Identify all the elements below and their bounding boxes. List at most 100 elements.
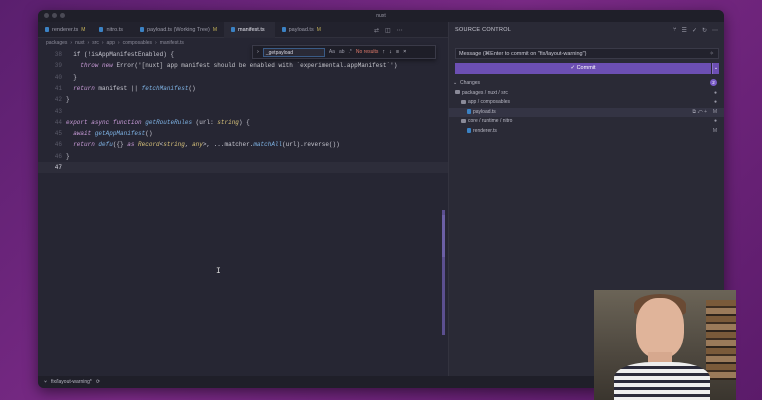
breadcrumb-item[interactable]: src	[92, 40, 99, 46]
tab-label: payload.ts	[288, 26, 314, 33]
find-in-selection-icon[interactable]: ≡	[396, 49, 399, 55]
code-editor[interactable]: 38 if (!isAppManifestEnabled) {39 throw …	[38, 47, 448, 380]
folder-item[interactable]: core / runtime / nitro ●	[449, 117, 724, 127]
sync-icon[interactable]: ⟳	[96, 376, 100, 388]
tab-renderer-ts[interactable]: renderer.ts M	[38, 22, 92, 38]
breadcrumb-item[interactable]: packages	[46, 40, 67, 46]
find-result-status: No results	[355, 49, 379, 55]
more-icon[interactable]: ⋯	[712, 27, 718, 34]
tab-payload-ts[interactable]: payload.ts M	[275, 22, 328, 38]
code-line[interactable]: 40 }	[38, 72, 448, 83]
tree-item-text: renderer.ts	[473, 127, 497, 134]
more-actions-icon[interactable]: ⋯	[397, 27, 403, 34]
changed-file-item[interactable]: payload.ts ⧉ ↶ + M	[449, 107, 724, 117]
status-badge: M	[712, 108, 717, 115]
split-editor-icon[interactable]: ◫	[385, 27, 391, 34]
changes-section[interactable]: ⌄ Changes 2	[449, 79, 724, 89]
line-number: 45	[54, 130, 62, 138]
tab-actions: ⇄ ◫ ⋯	[374, 22, 403, 38]
commit-message-placeholder: Message (⌘Enter to commit on "fix/layout…	[459, 51, 587, 57]
line-number: 39	[54, 62, 62, 70]
previous-match-icon[interactable]: ↑	[382, 49, 385, 55]
branch-name[interactable]: fix/layout-warning*	[51, 376, 92, 388]
text-cursor-icon: I	[216, 267, 221, 276]
folder-item[interactable]: packages / nuxt / src ●	[449, 89, 724, 99]
tree-item-label: renderer.ts	[467, 127, 497, 137]
modified-indicator: M	[212, 26, 218, 33]
changes-count: 2	[710, 79, 717, 86]
code-text: export async function getRouteRules (url…	[66, 118, 250, 126]
match-case-toggle[interactable]: Aa	[329, 49, 335, 55]
tab-nitro-ts[interactable]: nitro.ts	[92, 22, 133, 38]
line-number: 46	[54, 141, 62, 149]
breadcrumb-separator: ›	[117, 39, 120, 46]
git-compare-icon[interactable]: ⇄	[374, 27, 379, 34]
commit-check-icon[interactable]: ✓	[692, 27, 697, 34]
changed-file-item[interactable]: renderer.ts M	[449, 127, 724, 137]
code-line[interactable]: 46 return defu({} as Record<string, any>…	[38, 139, 448, 150]
presenter-face	[636, 298, 684, 358]
breadcrumb-item[interactable]: composables	[123, 40, 152, 46]
line-number: 42	[54, 96, 62, 104]
striped-shirt	[614, 362, 710, 400]
branch-icon: ⑂	[44, 379, 48, 385]
scrollbar-thumb[interactable]	[442, 215, 445, 257]
sparkle-icon[interactable]: ✧	[709, 49, 714, 59]
tab-manifest-ts[interactable]: manifest.ts	[224, 21, 275, 38]
breadcrumb-item[interactable]: manifest.ts	[160, 40, 184, 46]
folder-item[interactable]: app / composables ●	[449, 98, 724, 108]
find-input[interactable]: _getpayload	[262, 47, 325, 57]
changes-label: Changes	[460, 80, 481, 86]
line-number: 40	[54, 73, 62, 81]
tab-label: nitro.ts	[106, 26, 123, 33]
code-line[interactable]: 46}	[38, 151, 448, 162]
commit-message-input[interactable]: Message (⌘Enter to commit on "fix/layout…	[455, 48, 719, 59]
code-line[interactable]: 47	[38, 162, 448, 173]
line-number: 47	[54, 164, 62, 171]
commit-dropdown-chevron-icon[interactable]: ⌄	[712, 63, 719, 74]
breadcrumb: packages › nuxt › src › app › composables › manife…	[46, 38, 184, 47]
close-find-icon[interactable]: ×	[403, 49, 406, 55]
breadcrumb-separator: ›	[87, 39, 90, 46]
line-number: 41	[54, 84, 62, 92]
code-line[interactable]: 42}	[38, 94, 448, 105]
status-badge: ●	[713, 89, 717, 96]
window-controls	[44, 13, 65, 18]
zoom-window-button[interactable]	[60, 13, 65, 18]
tree-item-text: core / runtime / nitro	[468, 118, 513, 124]
folder-icon	[461, 118, 466, 123]
next-match-icon[interactable]: ↓	[389, 49, 392, 55]
line-number: 46	[54, 152, 62, 160]
find-widget: › _getpayload Aa ab .* No results ↑ ↓ ≡ …	[252, 45, 436, 59]
regex-toggle[interactable]: .*	[349, 49, 352, 55]
typescript-file-icon	[281, 27, 286, 32]
breadcrumb-separator: ›	[155, 39, 157, 46]
breadcrumb-item[interactable]: nuxt	[75, 40, 84, 46]
tab-payload-ts-working-tree-[interactable]: payload.ts (Working Tree) M	[133, 22, 224, 38]
line-number: 43	[54, 107, 62, 115]
minimize-window-button[interactable]	[52, 13, 57, 18]
breadcrumb-item[interactable]: app	[107, 40, 115, 46]
refresh-icon[interactable]: ↻	[702, 27, 707, 34]
code-text: throw new Error('[nuxt] app manifest sho…	[80, 62, 398, 70]
changes-tree: ⌄ Changes 2 packages / nuxt / src ● app / …	[449, 79, 724, 136]
stage-changes-icon[interactable]: +	[704, 109, 707, 115]
typescript-file-icon	[99, 27, 104, 32]
code-line[interactable]: 45 await getAppManifest()	[38, 128, 448, 139]
toggle-replace-icon[interactable]: ›	[257, 49, 259, 55]
commit-button[interactable]: ✓ Commit	[455, 63, 711, 74]
graph-icon[interactable]: ⑂	[673, 27, 677, 33]
view-as-tree-icon[interactable]: ☰	[682, 27, 687, 34]
tree-item-label: packages / nuxt / src	[455, 89, 508, 99]
code-line[interactable]: 43	[38, 106, 448, 117]
typescript-file-icon	[467, 108, 471, 114]
code-line[interactable]: 44 export async function getRouteRules (u…	[38, 117, 448, 128]
close-window-button[interactable]	[44, 13, 49, 18]
code-line[interactable]: 39 throw new Error('[nuxt] app manifest …	[38, 60, 448, 71]
breadcrumb-separator: ›	[101, 39, 104, 46]
whole-word-toggle[interactable]: ab	[339, 49, 345, 55]
line-number: 44	[54, 118, 62, 126]
breadcrumb-separator: ›	[70, 39, 73, 46]
tree-item-text: packages / nuxt / src	[462, 89, 508, 96]
code-line[interactable]: 41 return manifest || fetchManifest()	[38, 83, 448, 94]
